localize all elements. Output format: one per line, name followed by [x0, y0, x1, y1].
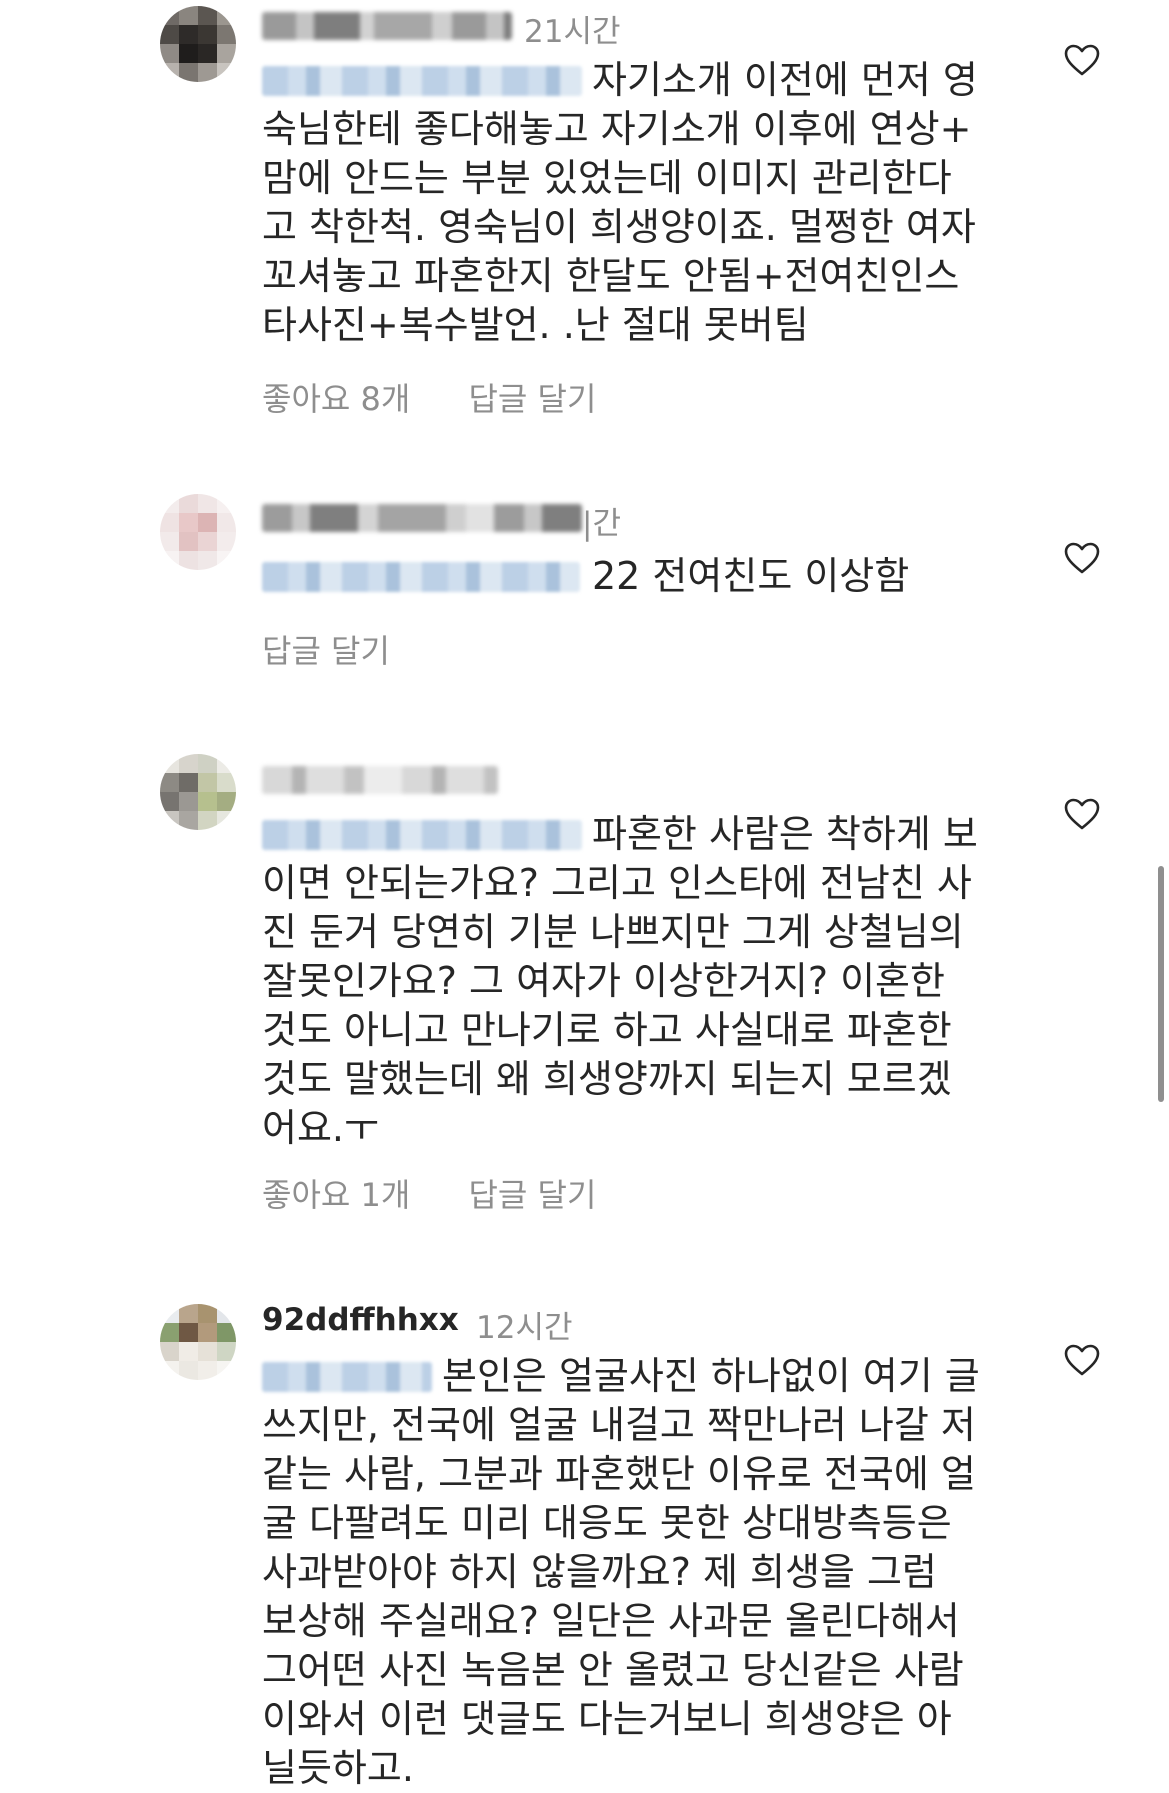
- comment-time: 12시간: [476, 1310, 573, 1346]
- avatar[interactable]: [160, 754, 236, 830]
- comment-text-line: 이와서 이런 댓글도 다는거보니 희생양은 아: [262, 1697, 952, 1741]
- comment-text-line: 닐듯하고.: [262, 1746, 414, 1790]
- avatar-image: [160, 6, 236, 82]
- avatar-image: [160, 1304, 236, 1380]
- comment-text: 파혼한 사람은 착하게 보 이면 안되는가요? 그리고 인스타에 전남친 사 진…: [262, 810, 1022, 1153]
- heart-outline-icon[interactable]: [1064, 44, 1100, 76]
- comment-text-line: 잘못인가요? 그 여자가 이상한거지? 이혼한: [262, 959, 945, 1003]
- avatar-image: [160, 494, 236, 570]
- comment-text-line: 쓰지만, 전국에 얼굴 내걸고 짝만나러 나갈 저: [262, 1403, 976, 1447]
- comment-text-line: 진 둔거 당연히 기분 나쁘지만 그게 상철님의: [262, 910, 964, 954]
- comment-text-line: 본인은 얼굴사진 하나없이 여기 글: [442, 1354, 980, 1398]
- avatar[interactable]: [160, 494, 236, 570]
- comment-item: 21시간 자기소개 이전에 먼저 영 숙님한테 좋다해놓고 자기소개 이후에 연…: [0, 0, 1169, 440]
- comment-actions: 답글 달기: [262, 626, 438, 672]
- reply-link[interactable]: 답글 달기: [262, 632, 390, 670]
- comment-text-line: 것도 아니고 만나기로 하고 사실대로 파혼한: [262, 1008, 952, 1052]
- comment-time: 21시간: [524, 14, 621, 50]
- comment-text-line: 맘에 안드는 부분 있었는데 이미지 관리한다: [262, 156, 952, 200]
- username-blurred[interactable]: [262, 766, 498, 794]
- avatar-image: [160, 754, 236, 830]
- comment-text-line: 이면 안되는가요? 그리고 인스타에 전남친 사: [262, 861, 972, 905]
- comment-text-line: 어요.ㅜ: [262, 1106, 379, 1150]
- comment-text-line: 타사진+복수발언. .난 절대 못버팀: [262, 303, 809, 347]
- likes-count-link[interactable]: 좋아요 1개: [262, 1176, 410, 1214]
- heart-outline-icon[interactable]: [1064, 1344, 1100, 1376]
- vertical-scrollbar[interactable]: [1158, 866, 1164, 1102]
- username-blurred[interactable]: [262, 12, 512, 40]
- comment-text-line: 22 전여친도 이상함: [592, 554, 910, 598]
- comment-text-line: 같는 사람, 그분과 파혼했단 이유로 전국에 얼: [262, 1452, 976, 1496]
- comment-actions: 좋아요 8개 답글 달기: [262, 374, 644, 420]
- comment-text: 22 전여친도 이상함: [262, 552, 1022, 601]
- comment-text: 자기소개 이전에 먼저 영 숙님한테 좋다해놓고 자기소개 이후에 연상+ 맘에…: [262, 56, 1022, 350]
- username-blurred[interactable]: [262, 504, 582, 532]
- heart-outline-icon[interactable]: [1064, 798, 1100, 830]
- comment-text-line: 굴 다팔려도 미리 대응도 못한 상대방측등은: [262, 1501, 952, 1545]
- comment-item: 파혼한 사람은 착하게 보 이면 안되는가요? 그리고 인스타에 전남친 사 진…: [0, 740, 1169, 1240]
- reply-link[interactable]: 답글 달기: [468, 1176, 596, 1214]
- comment-item: 92ddffhhxx 12시간 본인은 얼굴사진 하나없이 여기 글 쓰지만, …: [0, 1290, 1169, 1790]
- comment-time: |간: [582, 506, 621, 542]
- likes-count-link[interactable]: 좋아요 8개: [262, 380, 410, 418]
- avatar[interactable]: [160, 6, 236, 82]
- comment-actions: 좋아요 1개 답글 달기: [262, 1170, 644, 1216]
- comment-text-line: 파혼한 사람은 착하게 보: [592, 812, 978, 856]
- avatar[interactable]: [160, 1304, 236, 1380]
- comment-text: 본인은 얼굴사진 하나없이 여기 글 쓰지만, 전국에 얼굴 내걸고 짝만나러 …: [262, 1352, 1022, 1793]
- heart-outline-icon[interactable]: [1064, 542, 1100, 574]
- comment-text-line: 숙님한테 좋다해놓고 자기소개 이후에 연상+: [262, 107, 972, 151]
- comment-text-line: 보상해 주실래요? 일단은 사과문 올린다해서: [262, 1599, 960, 1643]
- comment-text-line: 고 착한척. 영숙님이 희생양이죠. 멀쩡한 여자: [262, 205, 976, 249]
- comment-item: |간 22 전여친도 이상함 답글 달기: [0, 480, 1169, 680]
- comment-text-line: 꼬셔놓고 파혼한지 한달도 안됨+전여친인스: [262, 254, 960, 298]
- comment-text-line: 자기소개 이전에 먼저 영: [592, 58, 978, 102]
- comment-username[interactable]: 92ddffhhxx: [262, 1302, 459, 1338]
- comment-text-line: 그어떤 사진 녹음본 안 올렸고 당신같은 사람: [262, 1648, 964, 1692]
- comment-text-line: 사과받아야 하지 않을까요? 제 희생을 그럼: [262, 1550, 937, 1594]
- comment-text-line: 것도 말했는데 왜 희생양까지 되는지 모르겠: [262, 1057, 952, 1101]
- reply-link[interactable]: 답글 달기: [468, 380, 596, 418]
